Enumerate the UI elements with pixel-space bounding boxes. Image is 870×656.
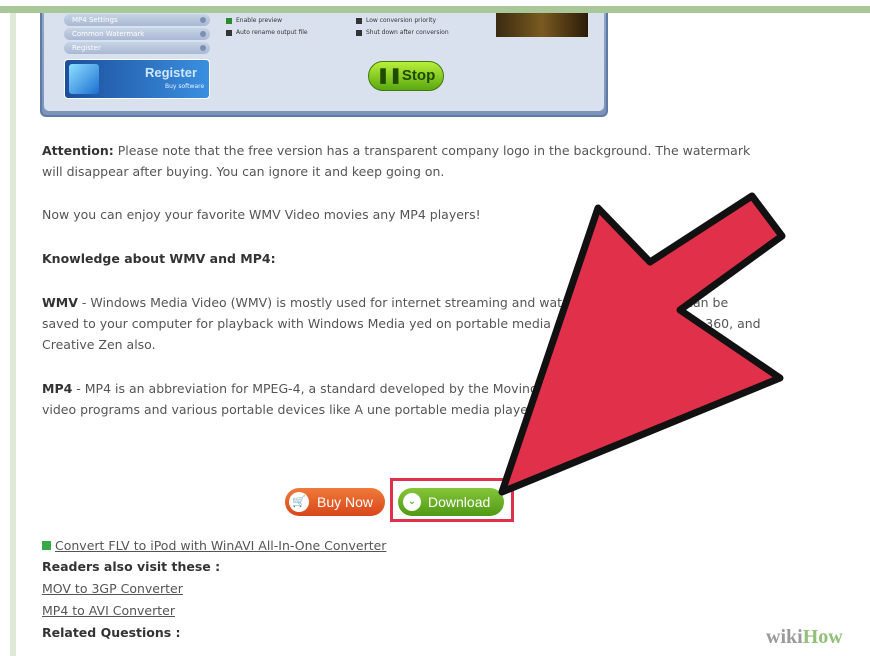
how-text: How (802, 626, 843, 648)
screenshot-frame: MP4 Settings Common Watermark Register R… (0, 0, 870, 656)
red-arrow-annotation (498, 192, 786, 496)
wikihow-watermark: wikiHow (766, 626, 843, 649)
arrow-shape (498, 192, 786, 496)
wiki-text: wiki (766, 626, 803, 648)
